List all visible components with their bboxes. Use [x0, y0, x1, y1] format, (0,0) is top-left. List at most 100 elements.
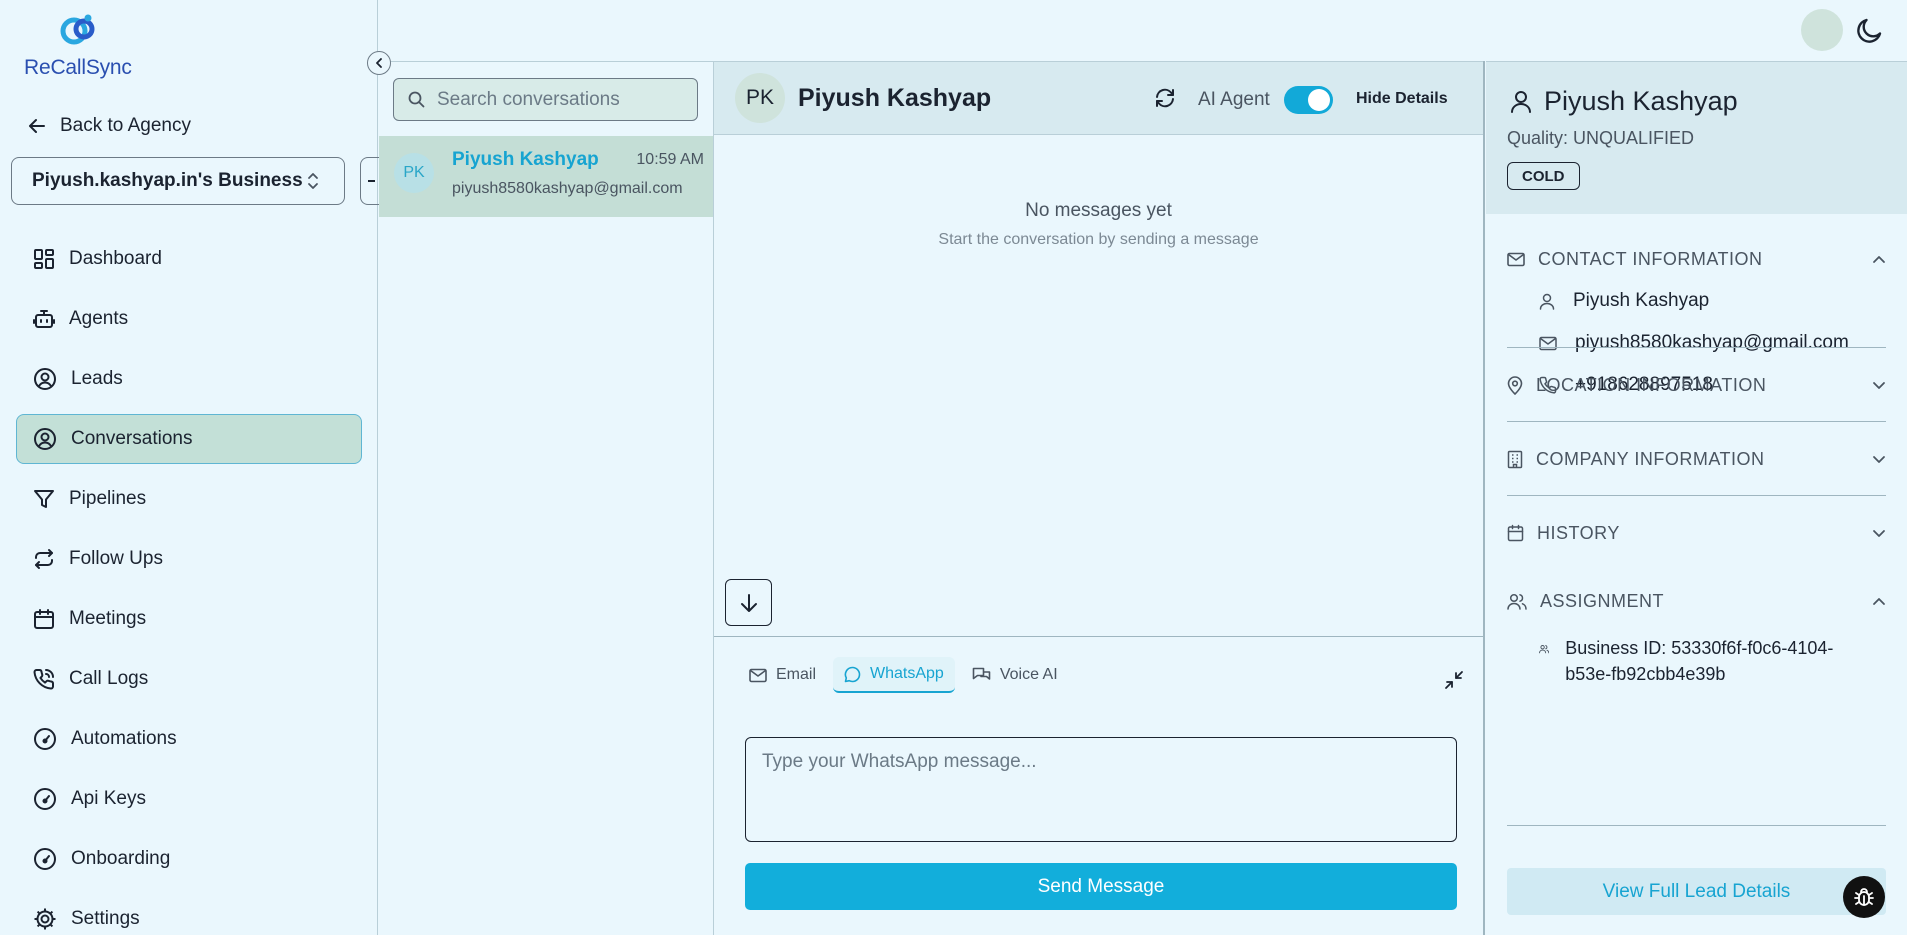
sidebar-item-label: Settings: [71, 908, 140, 929]
sidebar-item-follow-ups[interactable]: Follow Ups: [16, 534, 362, 584]
scroll-to-bottom-button[interactable]: [725, 579, 772, 626]
conversation-name: Piyush Kashyap: [452, 149, 599, 170]
user-avatar[interactable]: [1801, 9, 1843, 51]
sidebar-item-call-logs[interactable]: Call Logs: [16, 654, 362, 704]
send-message-button[interactable]: Send Message: [745, 863, 1457, 910]
section-divider: [1507, 421, 1886, 422]
company-information-section: COMPANY INFORMATION: [1507, 445, 1886, 473]
app-logo[interactable]: ReCallSync: [24, 12, 136, 82]
search-field[interactable]: [393, 78, 698, 121]
history-title: HISTORY: [1537, 522, 1620, 543]
sidebar-item-label: Follow Ups: [69, 548, 163, 569]
search-icon: [408, 91, 425, 108]
app-name: ReCallSync: [24, 56, 132, 79]
gauge-icon: [34, 848, 56, 870]
section-divider: [1507, 347, 1886, 348]
messages-icon: [972, 667, 991, 680]
tab-whatsapp[interactable]: WhatsApp: [833, 657, 955, 693]
message-input[interactable]: [745, 737, 1457, 842]
moon-icon[interactable]: [1855, 15, 1885, 45]
business-select[interactable]: Piyush.kashyap.in's Business: [11, 157, 345, 205]
section-divider: [1507, 495, 1886, 496]
location-information-header[interactable]: LOCATION INFORMATION: [1507, 371, 1886, 399]
sidebar-item-pipelines[interactable]: Pipelines: [16, 474, 362, 524]
conversation-time: 10:59 AM: [636, 151, 704, 168]
gauge-icon: [34, 728, 56, 750]
minus-icon: [368, 180, 375, 182]
user-icon: [1511, 90, 1531, 113]
collapse-sidebar-button[interactable]: [367, 51, 391, 75]
chat-header: PK Piyush Kashyap AI Agent Hide Details: [714, 61, 1483, 135]
chat-panel: PK Piyush Kashyap AI Agent Hide Details …: [714, 61, 1485, 935]
chevron-up-icon: [1873, 255, 1885, 263]
search-input[interactable]: [437, 88, 687, 111]
users-icon: [1507, 593, 1527, 610]
chat-contact-name: Piyush Kashyap: [798, 84, 992, 112]
mail-icon: [1539, 336, 1557, 350]
lead-quality: Quality: UNQUALIFIED: [1507, 128, 1695, 148]
users-icon: [1539, 645, 1550, 654]
sidebar-item-label: Dashboard: [69, 248, 162, 269]
contact-email: piyush8580kashyap@gmail.com: [1575, 332, 1849, 353]
sidebar-item-label: Agents: [69, 308, 129, 329]
sidebar-item-settings[interactable]: Settings: [16, 894, 362, 935]
sidebar-item-label: Leads: [71, 368, 123, 389]
tab-voice-ai[interactable]: Voice AI: [961, 657, 1069, 693]
gauge-icon: [34, 788, 56, 810]
assignment-title: ASSIGNMENT: [1540, 590, 1665, 611]
bug-report-button[interactable]: [1843, 876, 1885, 918]
lead-name-text: Piyush Kashyap: [1544, 86, 1738, 116]
assignment-header[interactable]: ASSIGNMENT: [1507, 587, 1886, 615]
contact-information-header[interactable]: CONTACT INFORMATION: [1507, 245, 1886, 273]
lead-details-header: Piyush Kashyap Quality: UNQUALIFIED COLD: [1486, 62, 1907, 214]
channel-tabs: Email WhatsApp Voice AI: [738, 657, 1069, 693]
contact-avatar: PK: [394, 153, 434, 193]
sidebar-item-label: Meetings: [69, 608, 147, 629]
arrow-down-icon: [740, 593, 757, 612]
company-information-title: COMPANY INFORMATION: [1536, 448, 1765, 469]
add-business-button[interactable]: [360, 157, 380, 205]
sidebar-item-conversations[interactable]: Conversations: [16, 414, 362, 464]
sidebar-item-onboarding[interactable]: Onboarding: [16, 834, 362, 884]
sidebar-nav: Dashboard Agents Leads Conversations Pip…: [16, 234, 362, 935]
company-information-header[interactable]: COMPANY INFORMATION: [1507, 445, 1886, 473]
message-composer: Email WhatsApp Voice AI Send Message: [714, 636, 1483, 935]
mail-icon: [1507, 252, 1525, 266]
repeat-icon: [35, 549, 53, 569]
bot-icon: [33, 310, 55, 328]
sidebar-item-api-keys[interactable]: Api Keys: [16, 774, 362, 824]
contact-name: Piyush Kashyap: [1573, 290, 1710, 311]
back-to-agency-label: Back to Agency: [60, 115, 191, 136]
conversation-item[interactable]: PK Piyush Kashyap 10:59 AM piyush8580kas…: [379, 136, 713, 217]
business-select-value: Piyush.kashyap.in's Business: [32, 170, 303, 191]
assignment-section: ASSIGNMENT Business ID: 53330f6f-f0c6-41…: [1507, 587, 1886, 687]
sidebar-item-automations[interactable]: Automations: [16, 714, 362, 764]
back-to-agency-link[interactable]: Back to Agency: [28, 113, 191, 139]
chevrons-up-down-icon: [308, 173, 318, 189]
user-circle-icon: [34, 428, 56, 450]
sidebar-item-meetings[interactable]: Meetings: [16, 594, 362, 644]
view-full-lead-details-button[interactable]: View Full Lead Details: [1507, 868, 1886, 915]
ai-agent-label: AI Agent: [1198, 89, 1270, 110]
sidebar: ReCallSync Back to Agency Piyush.kashyap…: [0, 0, 378, 935]
ai-agent-toggle[interactable]: [1284, 86, 1333, 114]
chevron-down-icon: [1873, 381, 1885, 389]
section-divider: [1507, 825, 1886, 826]
sidebar-item-agents[interactable]: Agents: [16, 294, 362, 344]
minimize-icon[interactable]: [1444, 670, 1464, 690]
sidebar-item-dashboard[interactable]: Dashboard: [16, 234, 362, 284]
hide-details-button[interactable]: Hide Details: [1356, 90, 1448, 108]
conversation-email: piyush8580kashyap@gmail.com: [452, 180, 683, 197]
empty-state-title: No messages yet: [1025, 200, 1172, 221]
chevron-up-icon: [1873, 597, 1885, 605]
sidebar-item-label: Onboarding: [71, 848, 171, 869]
arrow-left-icon: [29, 119, 45, 133]
sidebar-item-label: Call Logs: [69, 668, 149, 689]
tab-email[interactable]: Email: [738, 657, 827, 693]
business-id-row: Business ID: 53330f6f-f0c6-4104-b53e-fb9…: [1539, 635, 1879, 687]
filter-icon: [34, 490, 54, 508]
sidebar-item-leads[interactable]: Leads: [16, 354, 362, 404]
history-header[interactable]: HISTORY: [1507, 519, 1886, 547]
chat-avatar: PK: [735, 73, 785, 123]
refresh-icon[interactable]: [1154, 87, 1176, 109]
